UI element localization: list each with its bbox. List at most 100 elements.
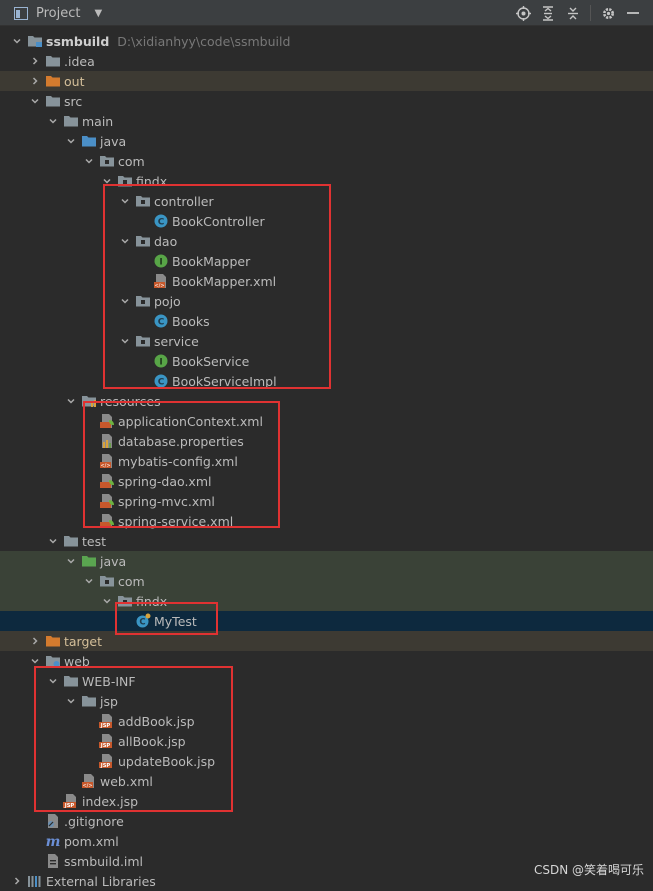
tree-item-findx[interactable]: findx xyxy=(0,591,653,611)
chevron-down-icon[interactable] xyxy=(29,91,41,111)
tree-item-label: External Libraries xyxy=(46,873,156,889)
arrow-spacer xyxy=(83,431,95,451)
tree-item-gitignore[interactable]: .gitignore xyxy=(0,811,653,831)
class-icon: C xyxy=(153,213,169,229)
source-folder-icon xyxy=(81,133,97,149)
svg-text:I: I xyxy=(159,357,162,367)
tree-item-src[interactable]: src xyxy=(0,91,653,111)
chevron-down-icon[interactable] xyxy=(11,31,23,51)
chevron-down-icon[interactable] xyxy=(29,651,41,671)
tree-item-label: web.xml xyxy=(100,773,153,789)
tree-item-label: web xyxy=(64,653,90,669)
chevron-down-icon[interactable] xyxy=(65,391,77,411)
folder-icon xyxy=(63,113,79,129)
project-view-selector[interactable]: Project ▼ xyxy=(13,4,102,22)
chevron-down-icon[interactable]: ▼ xyxy=(94,8,102,19)
tree-item-ssmbuild[interactable]: ssmbuild D:\xidianhyy\code\ssmbuild xyxy=(0,31,653,51)
tree-item-label: ssmbuild.iml xyxy=(64,853,144,869)
jsp-file-icon: JSP xyxy=(63,793,79,809)
tree-item-addbook-jsp[interactable]: JSP addBook.jsp xyxy=(0,711,653,731)
arrow-spacer xyxy=(29,811,41,831)
tree-item-controller[interactable]: controller xyxy=(0,191,653,211)
folder-icon xyxy=(63,673,79,689)
tree-item-books[interactable]: C Books xyxy=(0,311,653,331)
tree-item-resources[interactable]: resources xyxy=(0,391,653,411)
package-icon xyxy=(135,333,151,349)
tree-item-updatebook-jsp[interactable]: JSP updateBook.jsp xyxy=(0,751,653,771)
tree-item-idea[interactable]: .idea xyxy=(0,51,653,71)
tree-item-web-xml[interactable]: </> web.xml xyxy=(0,771,653,791)
chevron-down-icon[interactable] xyxy=(119,331,131,351)
tree-item-com[interactable]: com xyxy=(0,571,653,591)
hide-icon[interactable] xyxy=(625,5,641,21)
arrow-spacer xyxy=(83,731,95,751)
gitignore-icon xyxy=(45,813,61,829)
tree-item-database-properties[interactable]: database.properties xyxy=(0,431,653,451)
chevron-down-icon[interactable] xyxy=(101,591,113,611)
chevron-right-icon[interactable] xyxy=(11,871,23,891)
tree-item-bookmapper-xml[interactable]: </> BookMapper.xml xyxy=(0,271,653,291)
chevron-down-icon[interactable] xyxy=(83,151,95,171)
tree-item-out[interactable]: out xyxy=(0,71,653,91)
tree-item-applicationcontext-xml[interactable]: applicationContext.xml xyxy=(0,411,653,431)
tree-item-label: pojo xyxy=(154,293,181,309)
tree-item-label: Books xyxy=(172,313,210,329)
tree-item-bookmapper[interactable]: I BookMapper xyxy=(0,251,653,271)
tree-item-service[interactable]: service xyxy=(0,331,653,351)
folder-icon xyxy=(81,693,97,709)
tree-item-java[interactable]: java xyxy=(0,551,653,571)
tree-item-pojo[interactable]: pojo xyxy=(0,291,653,311)
chevron-right-icon[interactable] xyxy=(29,71,41,91)
chevron-down-icon[interactable] xyxy=(65,131,77,151)
tree-item-mytest[interactable]: C MyTest xyxy=(0,611,653,631)
tree-item-com[interactable]: com xyxy=(0,151,653,171)
chevron-down-icon[interactable] xyxy=(65,691,77,711)
chevron-down-icon[interactable] xyxy=(47,671,59,691)
chevron-right-icon[interactable] xyxy=(29,51,41,71)
chevron-right-icon[interactable] xyxy=(29,631,41,651)
tree-item-spring-dao-xml[interactable]: spring-dao.xml xyxy=(0,471,653,491)
arrow-spacer xyxy=(83,451,95,471)
chevron-down-icon[interactable] xyxy=(119,291,131,311)
tree-item-main[interactable]: main xyxy=(0,111,653,131)
tree-item-allbook-jsp[interactable]: JSP allBook.jsp xyxy=(0,731,653,751)
watermark: CSDN @笑着喝可乐 xyxy=(533,863,644,877)
arrow-spacer xyxy=(137,251,149,271)
arrow-spacer xyxy=(29,851,41,871)
collapse-all-icon[interactable] xyxy=(565,5,581,21)
tree-item-target[interactable]: target xyxy=(0,631,653,651)
tree-item-bookcontroller[interactable]: C BookController xyxy=(0,211,653,231)
package-icon xyxy=(99,153,115,169)
svg-text:</>: </> xyxy=(154,283,164,289)
chevron-down-icon[interactable] xyxy=(65,551,77,571)
tree-item-jsp[interactable]: jsp xyxy=(0,691,653,711)
chevron-down-icon[interactable] xyxy=(101,171,113,191)
locate-icon[interactable] xyxy=(515,5,531,21)
tree-item-dao[interactable]: dao xyxy=(0,231,653,251)
xml-file-icon: </> xyxy=(99,453,115,469)
tree-item-java[interactable]: java xyxy=(0,131,653,151)
tree-item-web-inf[interactable]: WEB-INF xyxy=(0,671,653,691)
tree-item-test[interactable]: test xyxy=(0,531,653,551)
tree-item-index-jsp[interactable]: JSP index.jsp xyxy=(0,791,653,811)
gear-icon[interactable] xyxy=(600,5,616,21)
tree-item-web[interactable]: web xyxy=(0,651,653,671)
chevron-down-icon[interactable] xyxy=(47,111,59,131)
chevron-down-icon[interactable] xyxy=(83,571,95,591)
tree-item-pom-xml[interactable]: m pom.xml xyxy=(0,831,653,851)
tree-item-label: target xyxy=(64,633,103,649)
chevron-down-icon[interactable] xyxy=(119,191,131,211)
tree-item-bookservice[interactable]: I BookService xyxy=(0,351,653,371)
chevron-down-icon[interactable] xyxy=(47,531,59,551)
svg-text:m: m xyxy=(46,834,61,849)
tree-item-mybatis-config-xml[interactable]: </> mybatis-config.xml xyxy=(0,451,653,471)
class-icon: C xyxy=(153,373,169,389)
tree-item-spring-service-xml[interactable]: spring-service.xml xyxy=(0,511,653,531)
tree-item-findx[interactable]: findx xyxy=(0,171,653,191)
tree-item-spring-mvc-xml[interactable]: spring-mvc.xml xyxy=(0,491,653,511)
chevron-down-icon[interactable] xyxy=(119,231,131,251)
tree-item-label: test xyxy=(82,533,107,549)
tree-item-bookserviceimpl[interactable]: C BookServiceImpl xyxy=(0,371,653,391)
toolbar-actions xyxy=(515,4,641,22)
expand-all-icon[interactable] xyxy=(540,5,556,21)
